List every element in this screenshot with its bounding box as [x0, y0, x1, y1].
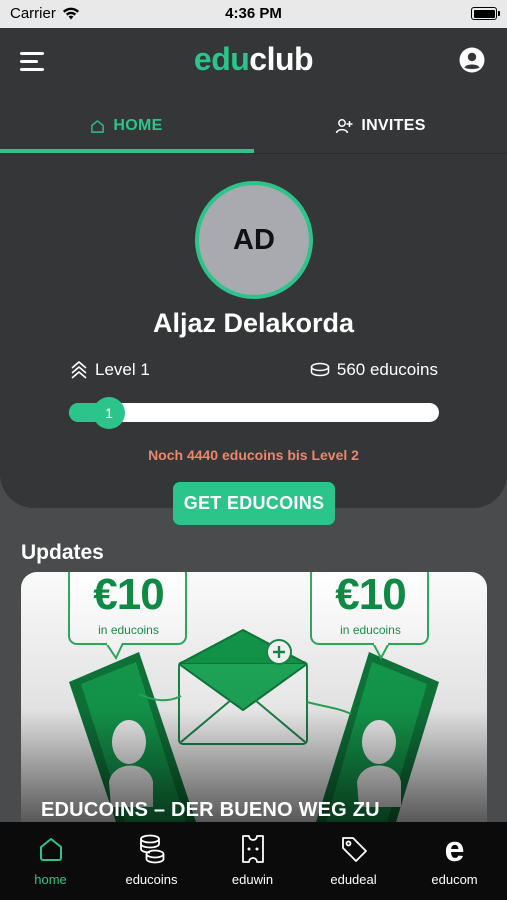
app-header: educlub	[0, 28, 507, 94]
logo-club: club	[249, 41, 314, 77]
nav-educom[interactable]: e educom	[404, 822, 505, 900]
user-name: Aljaz Delakorda	[152, 308, 355, 338]
next-level-message: Noch 4440 educoins bis Level 2	[148, 447, 359, 463]
progress-level-number: 1	[105, 405, 113, 421]
update-card[interactable]: €10 in educoins €10 in educoins EDUCOINS…	[21, 572, 487, 822]
app-logo: educlub	[0, 41, 507, 78]
coin-stack-icon	[310, 362, 330, 377]
e-icon: e	[444, 828, 465, 869]
ticket-icon	[241, 835, 264, 863]
tab-home-label: HOME	[113, 117, 163, 134]
avatar-initials: AD	[233, 223, 275, 256]
tab-bar: HOME INVITES	[0, 98, 507, 154]
logo-edu: edu	[193, 41, 250, 77]
nav-home[interactable]: home	[0, 822, 101, 900]
nav-edudeal-label: edudeal	[330, 872, 377, 887]
nav-home-label: home	[34, 872, 67, 887]
tab-home[interactable]: HOME	[0, 98, 253, 154]
add-user-icon	[336, 119, 353, 134]
tab-divider	[0, 153, 507, 154]
account-icon[interactable]	[459, 47, 485, 73]
coins-info: 560 educoins	[310, 360, 438, 380]
tag-icon	[341, 837, 367, 862]
battery-icon	[471, 7, 500, 20]
updates-heading: Updates	[21, 541, 104, 564]
coins-label: 560 educoins	[336, 360, 438, 379]
status-time: 4:36 PM	[225, 5, 282, 22]
nav-educom-label: educom	[431, 872, 478, 887]
tab-invites-label: INVITES	[361, 117, 426, 134]
nav-eduwin[interactable]: eduwin	[202, 822, 303, 900]
profile-panel: educlub HOME INVITES AD Aljaz Delakorda	[0, 28, 507, 508]
avatar: AD	[195, 181, 313, 299]
level-info: Level 1	[70, 360, 150, 380]
nav-eduwin-label: eduwin	[231, 872, 274, 887]
bubble-left-caption: in educoins	[98, 623, 159, 637]
home-icon	[39, 838, 62, 861]
nav-edudeal[interactable]: edudeal	[303, 822, 404, 900]
bubble-right-amount: €10	[335, 572, 406, 619]
bubble-left-amount: €10	[93, 572, 164, 619]
level-progress-bar: 1	[69, 397, 439, 429]
nav-educoins[interactable]: educoins	[101, 822, 202, 900]
status-bar: Carrier 4:36 PM	[0, 0, 507, 28]
get-educoins-label: GET EDUCOINS	[183, 493, 325, 513]
home-icon	[91, 119, 105, 133]
bubble-right-caption: in educoins	[340, 623, 401, 637]
progress-level-badge: 1	[93, 397, 125, 429]
tab-invites[interactable]: INVITES	[254, 98, 507, 154]
get-educoins-button[interactable]: GET EDUCOINS	[173, 482, 335, 525]
level-chevron-icon	[71, 361, 87, 379]
nav-educoins-label: educoins	[125, 872, 178, 887]
coins-icon	[139, 834, 164, 864]
level-label: Level 1	[95, 360, 150, 379]
update-card-title: EDUCOINS – DER BUENO WEG ZU	[41, 799, 380, 821]
bottom-navigation: home educoins eduwin edudeal e educom	[0, 822, 507, 900]
